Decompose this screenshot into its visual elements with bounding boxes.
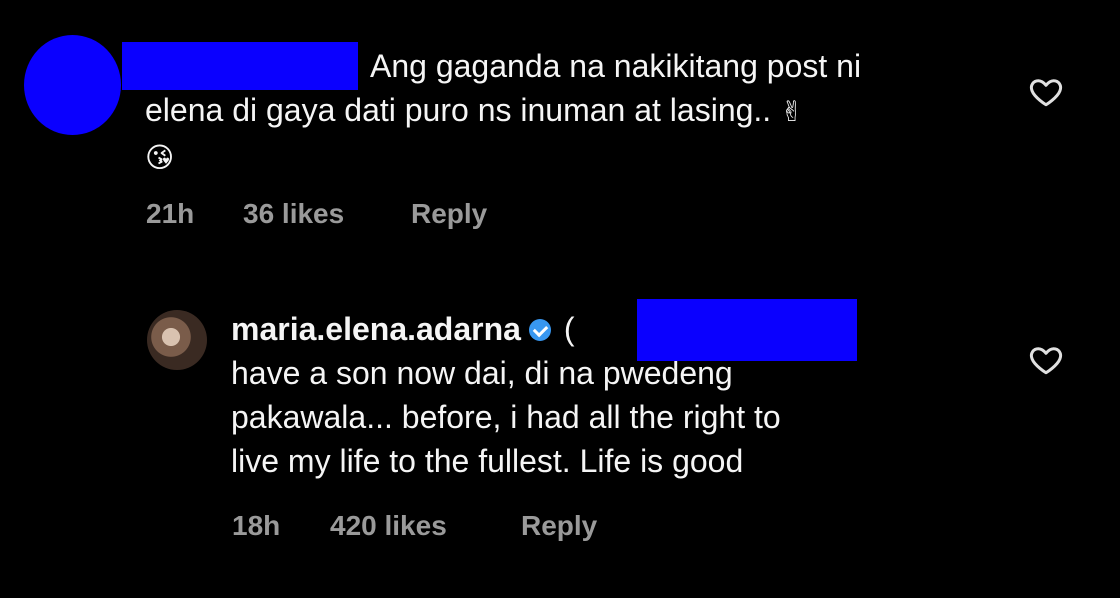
redacted-username[interactable] <box>122 42 358 90</box>
comment-1-time: 21h <box>146 198 195 229</box>
comment-1-line-2: elena di gaya dati puro ns inuman at las… <box>145 92 772 128</box>
comment-2-line-4: live my life to the fullest. Life is goo… <box>231 443 744 479</box>
comment-2-reply-button[interactable]: Reply <box>521 510 597 542</box>
comment-1-reply-button[interactable]: Reply <box>411 198 487 230</box>
mention-open-paren: ( <box>563 311 575 347</box>
comment-2-username[interactable]: maria.elena.adarna <box>231 311 521 347</box>
comment-2-likes[interactable]: 420 likes <box>330 510 447 542</box>
comment-1-likes[interactable]: 36 likes <box>243 198 344 230</box>
comment-2-time: 18h <box>232 510 281 541</box>
verified-badge-icon <box>528 319 551 341</box>
heart-outline-icon[interactable] <box>1028 74 1064 110</box>
redacted-mention[interactable] <box>637 299 857 361</box>
avatar[interactable] <box>147 310 207 370</box>
comment-1-line-1: Ang gaganda na nakikitang post ni <box>370 48 862 84</box>
redacted-avatar[interactable] <box>24 35 121 135</box>
peace-hand-emoji: ✌ <box>780 96 804 127</box>
heart-outline-icon[interactable] <box>1028 342 1064 378</box>
kissing-face-emoji: 😘 <box>145 142 175 173</box>
comment-2-line-3: pakawala... before, i had all the right … <box>231 399 781 435</box>
